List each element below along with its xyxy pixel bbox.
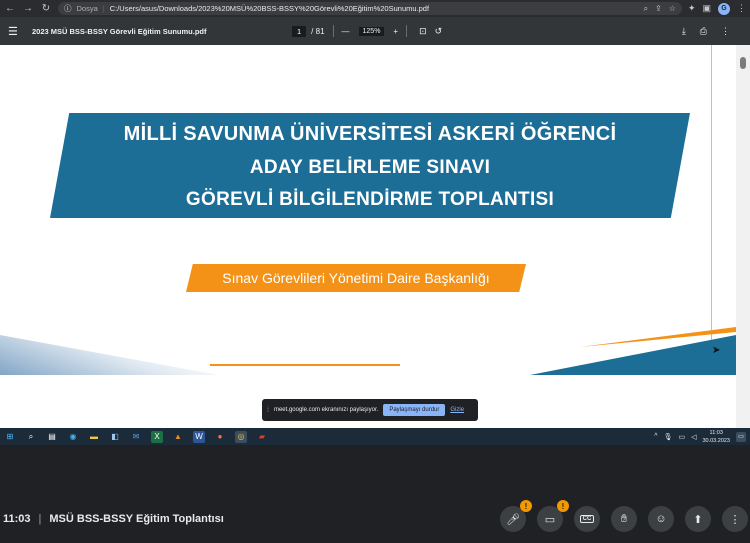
tray-chevron-icon[interactable]: ^ [654,433,657,440]
microphone-off-icon: 🎤︎ [506,513,520,526]
browser-bar: ← → ↻ ⓘ Dosya | C:/Users/asus/Downloads/… [0,0,750,17]
share-icon[interactable]: ⇪ [655,4,662,14]
camera-warning-badge: ! [557,500,569,512]
word-icon[interactable]: W [193,430,205,443]
mic-warning-badge: ! [520,500,532,512]
excel-icon[interactable]: X [151,430,163,443]
zoom-in-icon[interactable]: + [393,27,398,36]
screen: ← → ↻ ⓘ Dosya | C:/Users/asus/Downloads/… [0,0,750,543]
print-icon[interactable]: ⎙ [700,26,707,37]
tray-time: 11:03 [709,429,723,436]
camera-button[interactable]: ▭ ! [537,500,569,532]
microphone-tray-icon[interactable]: 🎙 [664,433,673,441]
bookmark-star-icon[interactable]: ☆ [669,4,676,14]
hide-link[interactable]: Gizle [450,407,464,413]
zoom-out-icon[interactable]: — [342,27,350,36]
meeting-controls: 🎤︎ ! ▭ ! CC ✋︎ ☺ ⬆ ⋮ [500,500,748,532]
notification-icon[interactable]: ▭ [736,431,746,442]
zoom-icon[interactable]: ⌕ [644,4,648,14]
address-bar[interactable]: ⓘ Dosya | C:/Users/asus/Downloads/2023%2… [58,2,682,15]
more-options-button[interactable]: ⋮ [722,506,748,532]
volume-icon[interactable]: ◁ [691,433,696,441]
file-explorer-icon[interactable]: ▬ [88,431,100,443]
reactions-button[interactable]: ☺ [648,506,674,532]
title-banner: MİLLİ SAVUNMA ÜNİVERSİTESİ ASKERİ ÖĞRENC… [50,113,690,218]
omni-separator: | [102,4,105,13]
info-icon[interactable]: ⓘ [64,3,72,14]
share-notice-text: meet.google.com ekranınızı paylaşıyor. [273,407,379,413]
more-vert-icon: ⋮ [729,513,741,526]
title-line-3: GÖREVLİ BİLGİLENDİRME TOPLANTISI [185,189,555,210]
windows-start-icon[interactable]: ⊞ [4,431,16,443]
slide-page: MİLLİ SAVUNMA ÜNİVERSİTESİ ASKERİ ÖĞRENC… [0,45,736,377]
extension-icons: ✦ ▣ G ⋮ [688,2,746,15]
zoom-level-input[interactable]: 125% [358,26,385,36]
pdf-reader-icon[interactable]: ▰ [256,431,268,443]
raise-hand-button[interactable]: ✋︎ [611,506,637,532]
microphone-button[interactable]: 🎤︎ ! [500,500,532,532]
zoom-control: — 125% + [342,26,398,36]
forward-icon[interactable]: → [22,0,34,17]
store-icon[interactable]: ◧ [109,431,121,443]
download-icon[interactable]: ⤓ [682,26,686,37]
page-number-input[interactable]: 1 [292,25,307,37]
rotate-icon[interactable]: ↺ [435,26,443,37]
file-label: Dosya [76,4,98,13]
task-view-icon[interactable]: ▤ [46,431,58,443]
present-button[interactable]: ⬆ [685,506,711,532]
captions-icon: CC [579,515,595,523]
title-line-2: ADAY BELİRLEME SINAVI [249,157,491,178]
system-tray: ^ 🎙 ▭ ◁ 11:03 30.03.2023 ▭ [654,429,746,445]
drag-handle-icon[interactable]: ⁞ [267,407,269,414]
meeting-title: MSÜ BSS-BSSY Eğitim Toplantısı [49,513,224,525]
meeting-info: 11:03 | MSÜ BSS-BSSY Eğitim Toplantısı [3,513,224,525]
windows-taskbar: ⊞ ⌕ ▤ ◉ ▬ ◧ ✉ X ▲ W ● ◎ ▰ ^ 🎙 ▭ ◁ 11:03 … [0,428,750,445]
extensions-puzzle-icon[interactable]: ✦ [688,3,696,14]
screen-share-notice: ⁞ meet.google.com ekranınızı paylaşıyor.… [262,399,478,421]
pdf-viewport[interactable]: MİLLİ SAVUNMA ÜNİVERSİTESİ ASKERİ ÖĞRENC… [0,45,750,428]
network-icon[interactable]: ▭ [678,433,685,441]
present-screen-icon: ⬆ [693,513,703,526]
pdf-toolbar: ☰ 2023 MSÜ BSS-BSSY Görevli Eğitim Sunum… [0,17,750,45]
title-line-1: MİLLİ SAVUNMA ÜNİVERSİTESİ ASKERİ ÖĞRENC… [123,123,617,145]
mouse-cursor-icon: ➤ [712,345,721,356]
edge-icon[interactable]: ◉ [67,431,79,443]
stop-sharing-button[interactable]: Paylaşmayı durdur [383,404,446,416]
subtitle-banner: Sınav Görevlileri Yönetimi Daire Başkanl… [186,264,526,292]
fit-page-icon[interactable]: ⊡ [419,26,427,37]
page-total: / 81 [311,26,325,36]
tray-clock[interactable]: 11:03 30.03.2023 [702,429,730,445]
toolbar-divider [332,25,334,37]
reload-icon[interactable]: ↻ [40,0,52,17]
meeting-time: 11:03 [3,513,31,525]
toolbar-divider [406,25,408,37]
captions-button[interactable]: CC [574,506,600,532]
hand-icon: ✋︎ [620,512,628,525]
more-options-icon[interactable]: ⋮ [721,26,730,37]
scrollbar-thumb[interactable] [740,57,746,69]
camera-off-icon: ▭ [544,513,556,526]
decor-orange-line [210,364,400,366]
omni-icons: ⌕ ⇪ ☆ [644,4,676,14]
browser-menu-icon[interactable]: ⋮ [737,3,746,14]
emoji-icon: ☺ [655,513,667,525]
back-icon[interactable]: ← [4,0,16,17]
url-text[interactable]: C:/Users/asus/Downloads/2023%20MSÜ%20BSS… [110,4,429,13]
menu-icon[interactable]: ☰ [8,25,22,38]
avatar[interactable]: G [718,2,730,15]
firefox-icon[interactable]: ● [214,431,226,443]
vlc-icon[interactable]: ▲ [172,431,184,443]
meeting-separator: | [38,513,42,525]
scrollbar[interactable] [736,45,750,428]
search-icon[interactable]: ⌕ [25,431,37,443]
mail-icon[interactable]: ✉ [130,431,142,443]
pdf-right-tools: ⤓ ⎙ ⋮ [682,26,742,37]
decor-left-wave [0,335,230,377]
side-panel-icon[interactable]: ▣ [702,3,711,14]
decor-line [711,45,712,355]
page-control: 1 / 81 [292,25,325,37]
chrome-icon[interactable]: ◎ [235,430,247,443]
pdf-title: 2023 MSÜ BSS-BSSY Görevli Eğitim Sunumu.… [32,26,207,36]
tray-date: 30.03.2023 [702,437,730,444]
